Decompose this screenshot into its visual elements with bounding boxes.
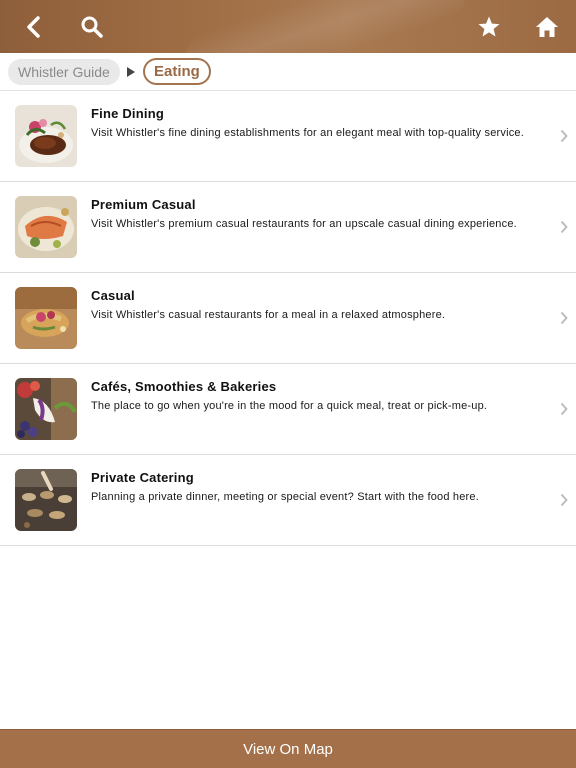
- private-catering-thumbnail: [15, 469, 77, 531]
- cafes-thumbnail: [15, 378, 77, 440]
- fine-dining-thumbnail: [15, 105, 77, 167]
- list-item-cafes-smoothies-bakeries[interactable]: Cafés, Smoothies & Bakeries The place to…: [0, 364, 576, 455]
- top-navigation-bar: [0, 0, 576, 53]
- home-icon: [536, 17, 558, 37]
- search-icon: [81, 16, 103, 38]
- list-item-description: Visit Whistler's casual restaurants for …: [91, 309, 446, 321]
- list-item-title: Casual: [91, 288, 135, 303]
- list-item-casual[interactable]: Casual Visit Whistler's casual restauran…: [0, 273, 576, 364]
- header-background-texture: [179, 0, 473, 53]
- list-item-description: Planning a private dinner, meeting or sp…: [91, 491, 479, 503]
- home-button[interactable]: [530, 10, 564, 44]
- breadcrumb: Whistler Guide Eating: [0, 53, 576, 91]
- category-list: Fine Dining Visit Whistler's fine dining…: [0, 91, 576, 546]
- back-button[interactable]: [17, 10, 51, 44]
- list-item-description: The place to go when you're in the mood …: [91, 400, 488, 412]
- chevron-left-icon: [27, 16, 40, 38]
- search-button[interactable]: [75, 10, 109, 44]
- star-icon: [478, 16, 500, 37]
- chevron-right-icon: [560, 220, 568, 234]
- list-item-title: Cafés, Smoothies & Bakeries: [91, 379, 277, 394]
- list-item-title: Premium Casual: [91, 197, 196, 212]
- view-on-map-button[interactable]: View On Map: [0, 729, 576, 768]
- list-item-premium-casual[interactable]: Premium Casual Visit Whistler's premium …: [0, 182, 576, 273]
- breadcrumb-root[interactable]: Whistler Guide: [8, 59, 120, 85]
- chevron-right-icon: [560, 493, 568, 507]
- list-item-description: Visit Whistler's fine dining establishme…: [91, 127, 525, 139]
- breadcrumb-separator-icon: [127, 67, 135, 77]
- breadcrumb-current[interactable]: Eating: [143, 58, 211, 85]
- favorite-button[interactable]: [472, 10, 506, 44]
- casual-thumbnail: [15, 287, 77, 349]
- list-item-private-catering[interactable]: Private Catering Planning a private dinn…: [0, 455, 576, 546]
- premium-casual-thumbnail: [15, 196, 77, 258]
- list-item-description: Visit Whistler's premium casual restaura…: [91, 218, 517, 230]
- list-item-title: Private Catering: [91, 470, 194, 485]
- list-item-fine-dining[interactable]: Fine Dining Visit Whistler's fine dining…: [0, 91, 576, 182]
- chevron-right-icon: [560, 311, 568, 325]
- chevron-right-icon: [560, 402, 568, 416]
- list-item-title: Fine Dining: [91, 106, 164, 121]
- chevron-right-icon: [560, 129, 568, 143]
